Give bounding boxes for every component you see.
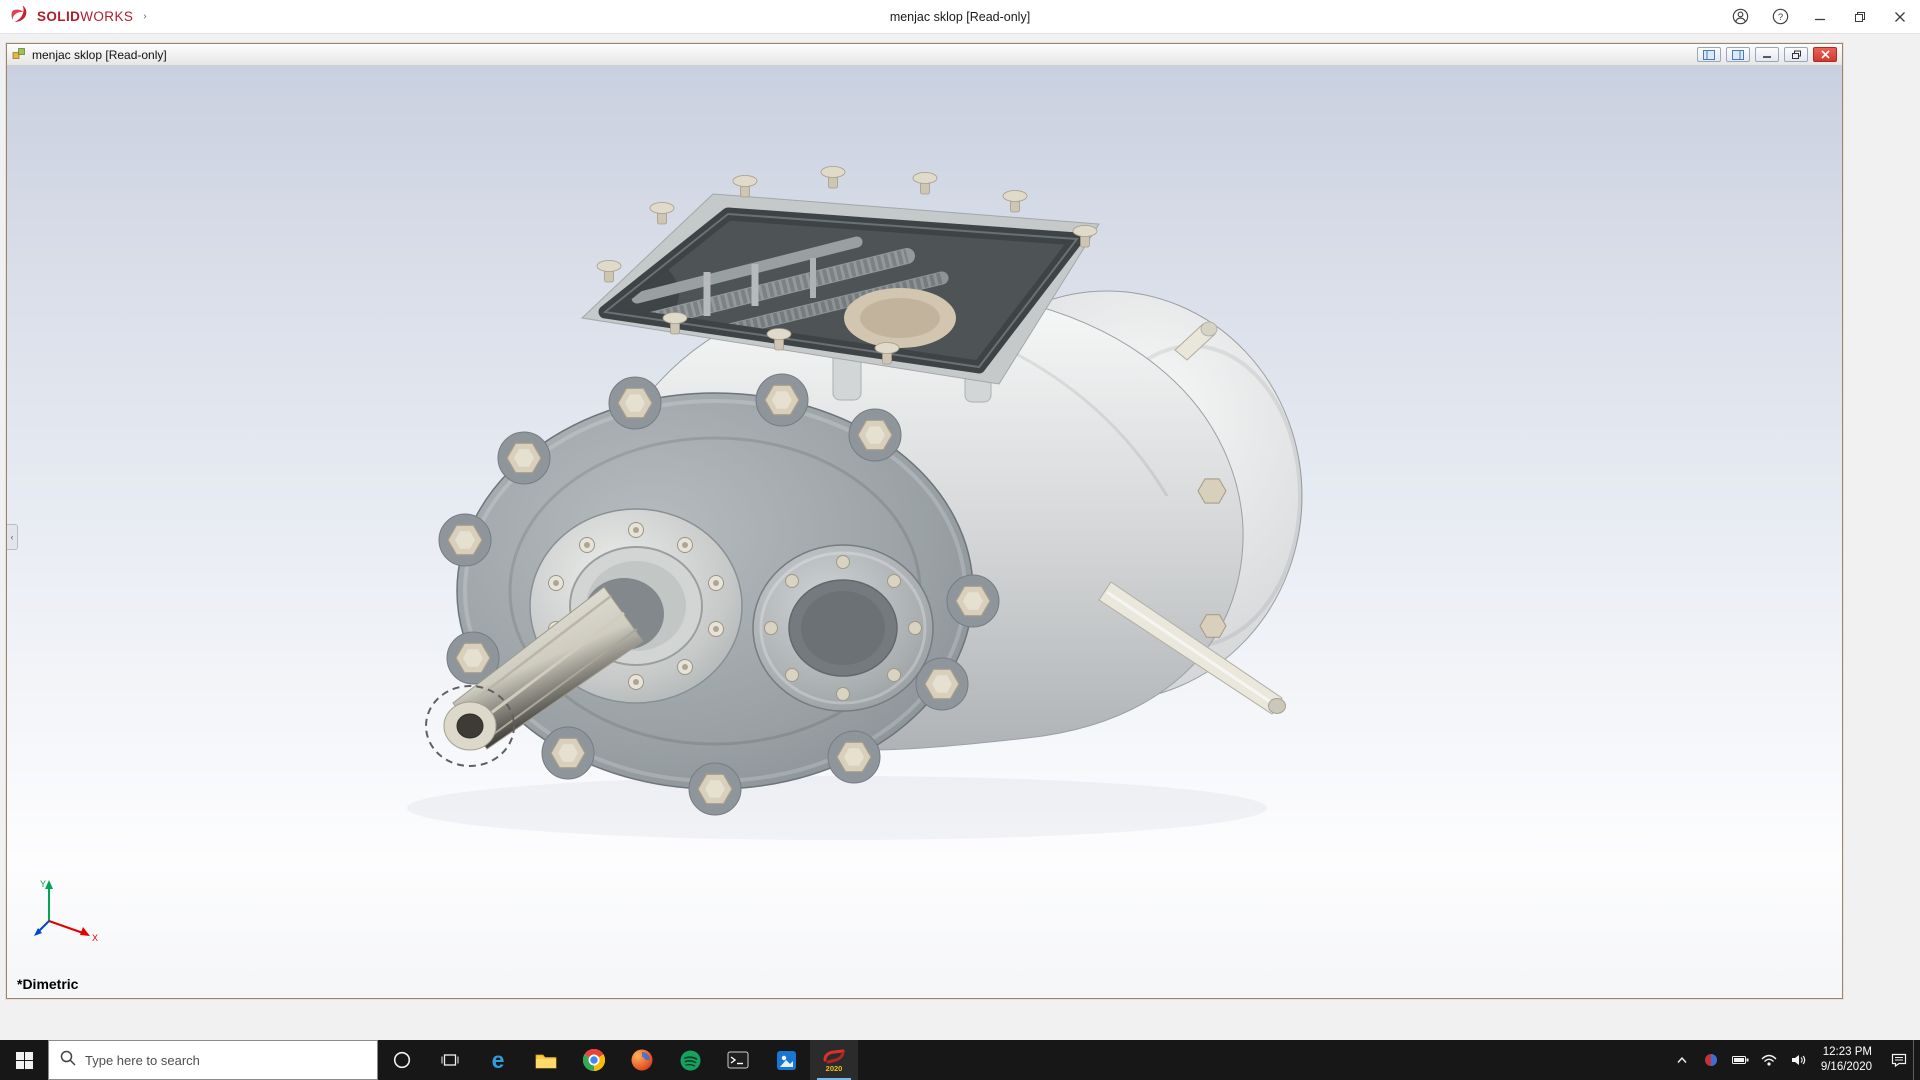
document-title: menjac sklop [Read-only] <box>32 47 167 62</box>
task-view-button[interactable] <box>426 1040 474 1080</box>
solidworks-icon <box>823 1049 845 1064</box>
taskbar-app-icon-5[interactable] <box>666 1040 714 1080</box>
taskbar-app-icon-7[interactable] <box>762 1040 810 1080</box>
solidworks-year-badge: 2020 <box>825 1063 843 1073</box>
close-icon <box>1895 11 1905 22</box>
taskbar: e <box>0 1040 1920 1080</box>
panel-icon-2 <box>1732 49 1744 60</box>
featuremanager-collapse-arrow[interactable]: ‹ <box>7 524 18 550</box>
taskbar-app-edge[interactable]: e <box>474 1040 522 1080</box>
y-axis-label: Y <box>40 879 46 889</box>
orientation-triad: Y X <box>29 877 103 948</box>
tray-chevron-button[interactable] <box>1668 1040 1697 1080</box>
y-axis-arrow-icon <box>45 880 53 889</box>
taskbar-search[interactable] <box>48 1040 378 1080</box>
solidworks-brand: SOLIDWORKS <box>0 4 133 29</box>
minimize-icon <box>1815 18 1825 20</box>
start-button[interactable] <box>0 1040 48 1080</box>
graphics-viewport[interactable]: Y X *Dimetric ‹ <box>7 66 1842 998</box>
side-cover[interactable] <box>752 544 934 712</box>
app-icon-4 <box>631 1049 653 1071</box>
clock-time: 12:23 PM <box>1822 1046 1872 1059</box>
task-view-icon <box>441 1054 459 1066</box>
volume-icon <box>1791 1055 1806 1065</box>
doc-panel-button-1[interactable] <box>1697 47 1721 62</box>
chevron-up-icon <box>1677 1056 1687 1063</box>
edge-icon: e <box>491 1046 505 1073</box>
doc-panel-button-2[interactable] <box>1726 47 1750 62</box>
panel-icon-1 <box>1703 49 1715 60</box>
cortana-button[interactable] <box>378 1040 426 1080</box>
mdi-workspace: menjac sklop [Read-only] Y X *Dimetric ‹ <box>0 34 1920 1040</box>
show-desktop-button[interactable] <box>1913 1040 1920 1080</box>
volume-button[interactable] <box>1784 1040 1813 1080</box>
system-tray: 12:23 PM 9/16/2020 <box>1668 1040 1920 1080</box>
terminal-icon <box>727 1051 749 1069</box>
ground-shadow <box>407 776 1267 840</box>
network-icon <box>1761 1054 1777 1066</box>
brand-expand-arrow-icon[interactable]: › <box>143 11 146 22</box>
app-window-controls: ? <box>1720 0 1920 33</box>
doc-minimize-button[interactable] <box>1755 47 1779 62</box>
app-window-title: menjac sklop [Read-only] <box>889 9 1031 24</box>
taskbar-app-solidworks[interactable]: 2020 <box>810 1040 858 1080</box>
chrome-icon <box>583 1049 605 1071</box>
x-axis-arrow-icon <box>80 927 90 936</box>
taskbar-app-file-explorer[interactable] <box>522 1040 570 1080</box>
battery-icon <box>1731 1056 1749 1064</box>
account-button[interactable] <box>1720 0 1760 33</box>
doc-close-button[interactable] <box>1813 47 1837 62</box>
close-icon <box>1820 50 1830 59</box>
restore-icon <box>1791 50 1801 59</box>
battery-button[interactable] <box>1726 1040 1755 1080</box>
dassault-logo-icon <box>10 4 32 29</box>
assembly-doc-icon <box>12 47 26 63</box>
app-restore-button[interactable] <box>1840 0 1880 33</box>
app-close-button[interactable] <box>1880 0 1920 33</box>
document-window: menjac sklop [Read-only] Y X *Dimetric ‹ <box>6 43 1843 999</box>
network-button[interactable] <box>1755 1040 1784 1080</box>
taskbar-app-terminal[interactable] <box>714 1040 762 1080</box>
document-window-controls <box>1697 47 1837 62</box>
gearbox-assembly-model[interactable] <box>7 66 1842 998</box>
taskbar-clock[interactable]: 12:23 PM 9/16/2020 <box>1813 1045 1884 1075</box>
account-icon <box>1732 8 1748 25</box>
action-center-button[interactable] <box>1884 1040 1913 1080</box>
app-icon-5 <box>680 1050 700 1070</box>
file-explorer-icon <box>535 1054 557 1068</box>
tray-app-icon <box>1705 1054 1718 1066</box>
search-input[interactable] <box>85 1052 366 1068</box>
clock-date: 9/16/2020 <box>1820 1061 1872 1073</box>
taskbar-app-icon-4[interactable] <box>618 1040 666 1080</box>
windows-start-icon <box>15 1051 33 1069</box>
minimize-icon <box>1763 56 1771 58</box>
view-orientation-label: *Dimetric <box>17 976 79 992</box>
help-icon: ? <box>1772 8 1788 25</box>
solidworks-wordmark: SOLIDWORKS <box>37 9 134 24</box>
taskbar-app-chrome[interactable] <box>570 1040 618 1080</box>
doc-restore-button[interactable] <box>1784 47 1808 62</box>
x-axis-label: X <box>92 933 98 943</box>
app-icon-7 <box>776 1050 796 1070</box>
svg-text:?: ? <box>1777 12 1782 23</box>
app-minimize-button[interactable] <box>1800 0 1840 33</box>
restore-icon <box>1855 11 1865 22</box>
search-icon <box>60 1050 76 1071</box>
app-titlebar: SOLIDWORKS › menjac sklop [Read-only] ? <box>0 0 1920 34</box>
document-titlebar[interactable]: menjac sklop [Read-only] <box>7 44 1842 66</box>
action-center-icon <box>1891 1053 1906 1067</box>
cortana-icon <box>393 1051 411 1069</box>
tray-app-button[interactable] <box>1697 1040 1726 1080</box>
help-button[interactable]: ? <box>1760 0 1800 33</box>
